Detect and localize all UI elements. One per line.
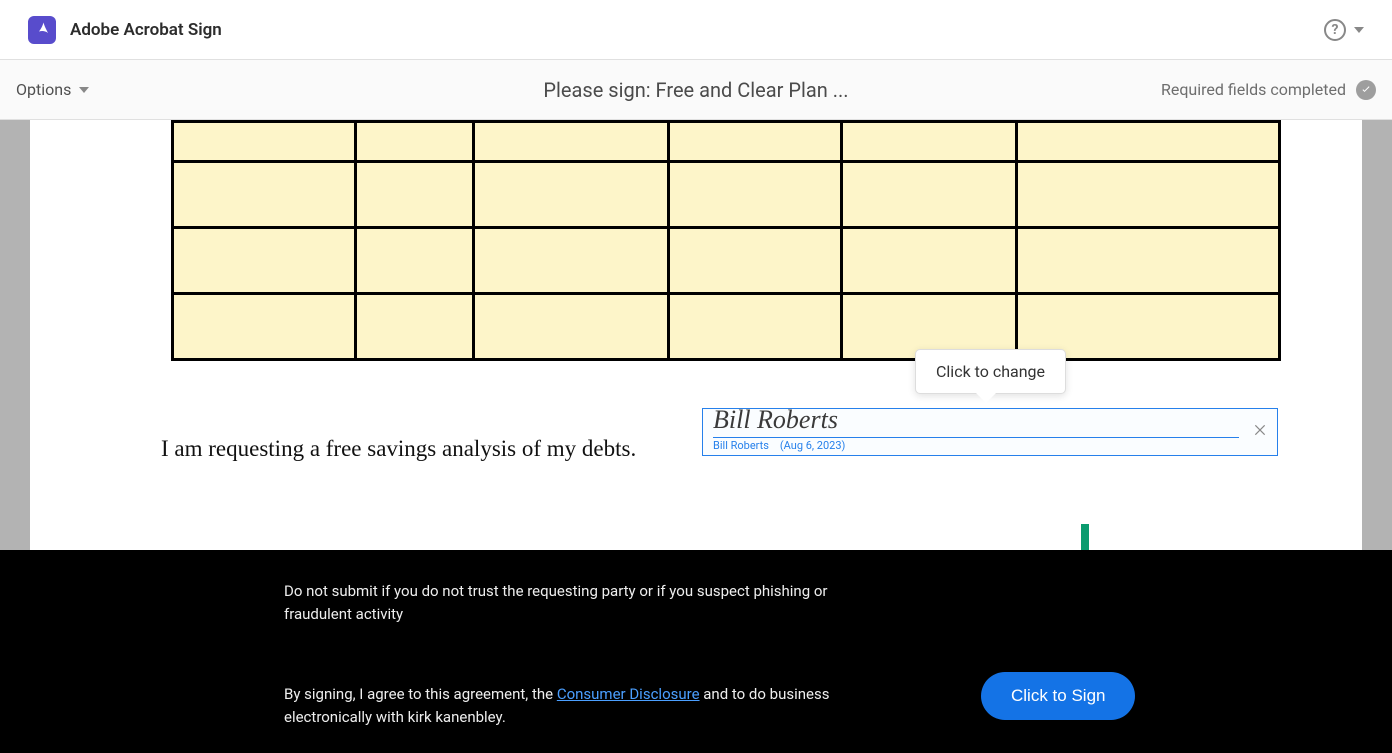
table-cell[interactable] bbox=[355, 122, 474, 162]
options-label: Options bbox=[16, 80, 71, 99]
document-page: I am requesting a free savings analysis … bbox=[30, 120, 1362, 550]
signature-tooltip: Click to change bbox=[915, 349, 1066, 394]
table-cell[interactable] bbox=[1016, 228, 1279, 294]
table-cell[interactable] bbox=[173, 162, 356, 228]
signature-name: Bill Roberts bbox=[713, 405, 838, 435]
table-cell[interactable] bbox=[173, 122, 356, 162]
signature-field[interactable]: Bill Roberts Bill Roberts (Aug 6, 2023) bbox=[702, 408, 1278, 456]
check-circle-icon bbox=[1356, 80, 1376, 100]
table-cell[interactable] bbox=[842, 162, 1017, 228]
table-row bbox=[173, 122, 1280, 162]
document-title: Please sign: Free and Clear Plan ... bbox=[543, 78, 848, 102]
table-row bbox=[173, 294, 1280, 360]
app-header-left: Adobe Acrobat Sign bbox=[28, 16, 222, 44]
table-cell[interactable] bbox=[668, 294, 842, 360]
table-cell[interactable] bbox=[842, 228, 1017, 294]
signature-meta-date: (Aug 6, 2023) bbox=[780, 439, 845, 452]
table-cell[interactable] bbox=[474, 122, 668, 162]
agreement-text: By signing, I agree to this agreement, t… bbox=[284, 683, 844, 730]
signature-meta-name: Bill Roberts bbox=[713, 439, 769, 452]
click-to-sign-button[interactable]: Click to Sign bbox=[981, 672, 1135, 720]
table-row bbox=[173, 162, 1280, 228]
table-cell[interactable] bbox=[474, 294, 668, 360]
consumer-disclosure-link[interactable]: Consumer Disclosure bbox=[557, 685, 700, 703]
document-viewport[interactable]: I am requesting a free savings analysis … bbox=[0, 120, 1392, 550]
table-cell[interactable] bbox=[668, 162, 842, 228]
acrobat-icon bbox=[28, 16, 56, 44]
signature-meta: Bill Roberts (Aug 6, 2023) bbox=[713, 439, 845, 452]
agree-prefix: By signing, I agree to this agreement, t… bbox=[284, 685, 557, 703]
required-fields-label: Required fields completed bbox=[1161, 80, 1346, 99]
table-cell[interactable] bbox=[1016, 162, 1279, 228]
required-fields-status: Required fields completed bbox=[1161, 80, 1376, 100]
table-cell[interactable] bbox=[474, 162, 668, 228]
footer: Do not submit if you do not trust the re… bbox=[0, 550, 1392, 753]
signature-line bbox=[713, 437, 1239, 438]
table-cell[interactable] bbox=[1016, 122, 1279, 162]
table-cell[interactable] bbox=[842, 122, 1017, 162]
table-cell[interactable] bbox=[355, 162, 474, 228]
close-icon[interactable] bbox=[1251, 421, 1269, 439]
chevron-down-icon[interactable] bbox=[1354, 27, 1364, 33]
table-cell[interactable] bbox=[173, 228, 356, 294]
app-header-right: ? bbox=[1324, 19, 1364, 41]
table-cell[interactable] bbox=[355, 228, 474, 294]
arrow-shaft bbox=[1081, 524, 1089, 550]
table-cell[interactable] bbox=[173, 294, 356, 360]
table-row bbox=[173, 228, 1280, 294]
sub-header: Options Please sign: Free and Clear Plan… bbox=[0, 60, 1392, 120]
options-button[interactable]: Options bbox=[16, 80, 89, 99]
warning-text: Do not submit if you do not trust the re… bbox=[284, 580, 844, 627]
arrow-annotation bbox=[1073, 524, 1097, 550]
table-cell[interactable] bbox=[668, 228, 842, 294]
help-icon[interactable]: ? bbox=[1324, 19, 1346, 41]
table-cell[interactable] bbox=[355, 294, 474, 360]
table-cell[interactable] bbox=[474, 228, 668, 294]
table-cell[interactable] bbox=[668, 122, 842, 162]
app-title: Adobe Acrobat Sign bbox=[70, 20, 222, 40]
request-text: I am requesting a free savings analysis … bbox=[161, 436, 636, 462]
form-table bbox=[171, 120, 1281, 361]
app-header: Adobe Acrobat Sign ? bbox=[0, 0, 1392, 60]
chevron-down-icon bbox=[79, 87, 89, 93]
